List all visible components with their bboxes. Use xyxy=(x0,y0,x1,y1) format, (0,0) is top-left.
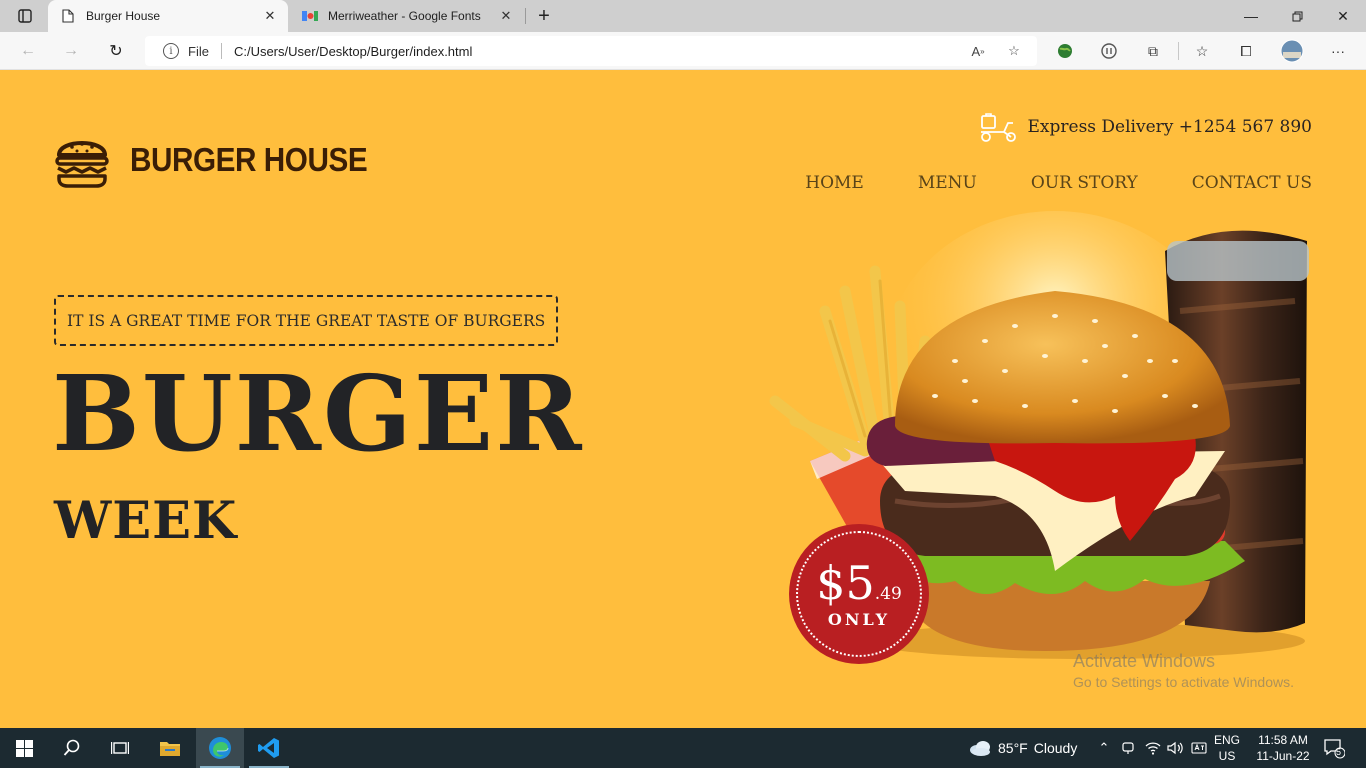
price-badge: $5.49 ONLY xyxy=(789,524,929,664)
back-button[interactable]: ← xyxy=(14,37,42,65)
clock-date: 11-Jun-22 xyxy=(1256,749,1310,763)
folder-icon xyxy=(160,742,180,756)
activate-windows-watermark: Activate Windows Go to Settings to activ… xyxy=(1073,651,1294,690)
restore-icon xyxy=(1292,11,1302,21)
nav-menu[interactable]: MENU xyxy=(918,173,977,193)
minimize-icon: — xyxy=(1244,8,1258,24)
price-text: $5.49 ONLY xyxy=(816,560,902,629)
extension-circle-icon[interactable] xyxy=(1099,41,1119,61)
language-indicator[interactable]: ENG US xyxy=(1214,732,1240,764)
close-window-button[interactable]: ✕ xyxy=(1320,0,1366,32)
tab-strip: Burger House ✕ Merriweather - Google Fon… xyxy=(0,0,1366,32)
price-currency: $ xyxy=(816,555,846,610)
windows-logo-icon xyxy=(15,739,33,757)
wifi-icon[interactable] xyxy=(1142,728,1164,768)
task-view-button[interactable] xyxy=(96,728,144,768)
profile-avatar[interactable] xyxy=(1280,39,1304,63)
main-nav: HOME MENU OUR STORY CONTACT US xyxy=(805,173,1312,193)
cloud-icon xyxy=(970,741,990,756)
tab-burger-house[interactable]: Burger House ✕ xyxy=(48,0,288,32)
search-icon xyxy=(63,739,80,756)
tab-google-fonts[interactable]: Merriweather - Google Fonts ✕ xyxy=(290,0,524,32)
forward-button[interactable]: → xyxy=(57,37,85,65)
read-aloud-icon[interactable]: A» xyxy=(969,42,987,60)
input-method-icon[interactable] xyxy=(1188,728,1210,768)
task-view-icon xyxy=(111,742,129,754)
meet-now-icon[interactable] xyxy=(1118,728,1138,768)
windows-taskbar: 85°F Cloudy ⌃ ENG US 11:58 AM 11-Jun-22 … xyxy=(0,728,1366,768)
vscode-icon xyxy=(258,738,279,758)
logo-text: BURGER HOUSE xyxy=(130,141,368,178)
delivery-info: Express Delivery +1254 567 890 xyxy=(978,111,1313,143)
restore-button[interactable] xyxy=(1274,0,1320,32)
extensions-puzzle-icon[interactable]: ⧉ xyxy=(1143,41,1163,61)
browser-toolbar: ← → ↻ i File C:/Users/User/Desktop/Burge… xyxy=(0,32,1366,70)
refresh-button[interactable]: ↻ xyxy=(102,37,130,65)
extension-globe-icon[interactable] xyxy=(1055,41,1075,61)
search-button[interactable] xyxy=(48,728,96,768)
system-clock[interactable]: 11:58 AM 11-Jun-22 xyxy=(1252,732,1314,764)
notification-count: 5 xyxy=(1336,747,1342,757)
plus-icon: + xyxy=(538,4,550,27)
tab-title: Burger House xyxy=(86,9,161,23)
add-favorite-icon[interactable]: ☆ xyxy=(1005,42,1023,60)
watermark-subtitle: Go to Settings to activate Windows. xyxy=(1073,674,1294,690)
arrow-left-icon: ← xyxy=(20,42,36,59)
close-icon: ✕ xyxy=(1337,7,1349,24)
collections-icon[interactable]: ⧠ xyxy=(1236,41,1256,61)
info-icon[interactable]: i xyxy=(163,43,179,59)
tab-title: Merriweather - Google Fonts xyxy=(328,9,481,23)
start-button[interactable] xyxy=(0,728,48,768)
show-hidden-icons-button[interactable]: ⌃ xyxy=(1094,728,1114,768)
toolbar-divider xyxy=(1178,42,1179,60)
weather-temp: 85°F xyxy=(998,740,1028,756)
address-divider xyxy=(220,43,222,59)
edge-icon xyxy=(209,737,231,759)
weather-widget[interactable]: 85°F Cloudy xyxy=(968,728,1077,768)
nav-home[interactable]: HOME xyxy=(805,173,864,193)
nav-contact-us[interactable]: CONTACT US xyxy=(1192,173,1312,193)
hero-title: BURGER xyxy=(52,352,584,475)
price-only-label: ONLY xyxy=(827,609,891,629)
new-tab-button[interactable]: + xyxy=(532,4,556,28)
nav-our-story[interactable]: OUR STORY xyxy=(1031,173,1138,193)
watermark-title: Activate Windows xyxy=(1073,651,1216,671)
hero-subtitle: WEEK xyxy=(54,491,238,551)
price-main-value: 5 xyxy=(845,555,875,610)
web-page: BURGER HOUSE Express Delivery +1254 567 … xyxy=(0,71,1366,728)
notification-center-button[interactable]: 5 xyxy=(1322,736,1346,760)
site-logo[interactable]: BURGER HOUSE xyxy=(54,131,394,189)
language-code: ENG xyxy=(1214,733,1241,747)
tab-actions-button[interactable] xyxy=(8,4,42,28)
favorites-icon[interactable]: ☆ xyxy=(1192,41,1212,61)
weather-desc: Cloudy xyxy=(1033,740,1078,756)
scheme-label: File xyxy=(188,43,209,59)
keyboard-region: US xyxy=(1218,749,1236,763)
price-cents: .49 xyxy=(874,583,902,604)
google-fonts-icon xyxy=(302,8,318,24)
burger-logo-icon xyxy=(55,141,109,188)
close-icon[interactable]: ✕ xyxy=(494,4,518,28)
delivery-text: Express Delivery +1254 567 890 xyxy=(1027,117,1313,137)
clock-time: 11:58 AM xyxy=(1258,733,1308,747)
minimize-button[interactable]: — xyxy=(1228,0,1274,32)
tagline-box: IT IS A GREAT TIME FOR THE GREAT TASTE O… xyxy=(54,295,559,346)
chevron-up-icon: ⌃ xyxy=(1098,740,1110,755)
page-icon xyxy=(60,8,76,24)
edge-taskbar-button[interactable] xyxy=(196,728,244,768)
volume-icon[interactable] xyxy=(1164,728,1186,768)
delivery-scooter-icon xyxy=(980,113,1016,142)
refresh-icon: ↻ xyxy=(109,43,123,60)
arrow-right-icon: → xyxy=(63,42,79,59)
vscode-taskbar-button[interactable] xyxy=(245,728,293,768)
notification-icon xyxy=(1324,739,1345,759)
tab-actions-icon xyxy=(18,9,32,23)
url-text[interactable]: C:/Users/User/Desktop/Burger/index.html xyxy=(234,44,1037,59)
tab-divider xyxy=(525,8,526,24)
file-explorer-button[interactable] xyxy=(146,728,194,768)
close-icon[interactable]: ✕ xyxy=(258,4,282,28)
more-menu-icon[interactable]: ··· xyxy=(1328,41,1348,61)
address-bar[interactable]: i File C:/Users/User/Desktop/Burger/inde… xyxy=(145,36,1037,66)
